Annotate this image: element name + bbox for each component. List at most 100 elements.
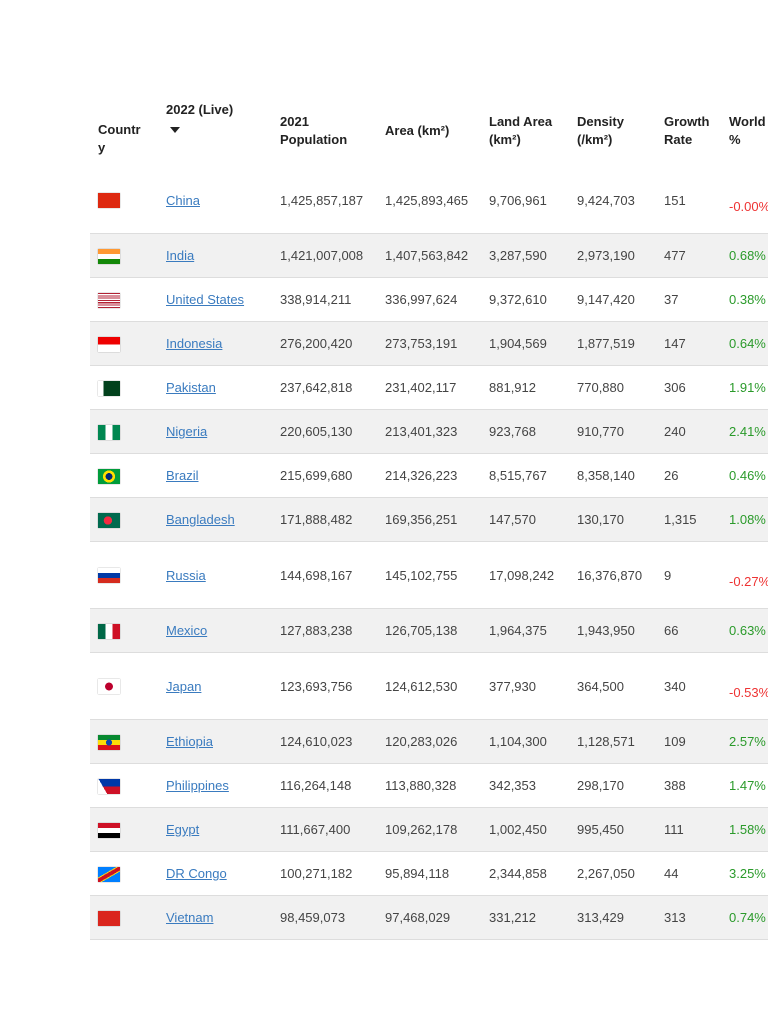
world-pct-cell: 1.47% — [723, 763, 768, 808]
flag-cell — [90, 763, 158, 808]
value-cell-c6: 26 — [656, 453, 723, 498]
value-cell-c6: 306 — [656, 365, 723, 410]
flag-cell — [90, 409, 158, 454]
country-link[interactable]: United States — [166, 292, 244, 307]
value-cell-c3: 336,997,624 — [377, 277, 481, 322]
country-link[interactable]: Philippines — [166, 778, 229, 793]
value-cell-c4: 331,212 — [481, 895, 569, 940]
country-link[interactable]: Nigeria — [166, 424, 207, 439]
value-cell-c6: 340 — [656, 652, 723, 720]
value-cell-c4: 9,706,961 — [481, 167, 569, 234]
country-link[interactable]: Bangladesh — [166, 512, 235, 527]
country-cell: United States — [158, 277, 272, 322]
value-cell-c5: 364,500 — [569, 652, 656, 720]
value-cell-c5: 995,450 — [569, 807, 656, 852]
value-cell-c2: 171,888,482 — [272, 497, 377, 542]
value-cell-c6: 9 — [656, 541, 723, 609]
country-cell: Vietnam — [158, 895, 272, 940]
country-link[interactable]: China — [166, 193, 200, 208]
value-cell-c5: 313,429 — [569, 895, 656, 940]
country-cell: Mexico — [158, 608, 272, 653]
value-cell-c2: 338,914,211 — [272, 277, 377, 322]
header-2021-population[interactable]: 2021 Population — [272, 95, 377, 167]
table-row: DR Congo 100,271,182 95,894,118 2,344,858 2,… — [90, 851, 768, 896]
table-row: China 1,425,857,187 1,425,893,465 9,706,961… — [90, 167, 768, 234]
table-row: Brazil 215,699,680 214,326,223 8,515,767 8,3… — [90, 453, 768, 498]
value-cell-c5: 2,973,190 — [569, 233, 656, 278]
value-cell-c3: 95,894,118 — [377, 851, 481, 896]
header-land-area[interactable]: Land Area (km²) — [481, 95, 569, 167]
country-cell: Philippines — [158, 763, 272, 808]
flag-cell — [90, 277, 158, 322]
world-pct-cell: 1.91% — [723, 365, 768, 410]
country-cell: Brazil — [158, 453, 272, 498]
value-cell-c3: 109,262,178 — [377, 807, 481, 852]
country-link[interactable]: Egypt — [166, 822, 199, 837]
world-pct-cell: 2.41% — [723, 409, 768, 454]
value-cell-c2: 276,200,420 — [272, 321, 377, 366]
country-link[interactable]: Ethiopia — [166, 734, 213, 749]
table-row: Pakistan 237,642,818 231,402,117 881,912 770… — [90, 365, 768, 410]
value-cell-c6: 66 — [656, 608, 723, 653]
header-area[interactable]: Area (km²) — [377, 95, 481, 167]
flag-cell — [90, 851, 158, 896]
sort-desc-icon[interactable] — [170, 127, 180, 133]
value-cell-c2: 124,610,023 — [272, 719, 377, 764]
flag-jp-icon — [98, 679, 120, 695]
flag-cell — [90, 365, 158, 410]
header-country[interactable]: Countr y — [90, 95, 158, 167]
flag-cell — [90, 497, 158, 542]
value-cell-c2: 237,642,818 — [272, 365, 377, 410]
header-world-pct[interactable]: World % — [723, 95, 768, 167]
country-link[interactable]: DR Congo — [166, 866, 227, 881]
country-cell: Egypt — [158, 807, 272, 852]
country-link[interactable]: Brazil — [166, 468, 199, 483]
value-cell-c5: 910,770 — [569, 409, 656, 454]
world-pct-cell: 0.63% — [723, 608, 768, 653]
country-link[interactable]: India — [166, 248, 194, 263]
value-cell-c4: 17,098,242 — [481, 541, 569, 609]
flag-eg-icon — [98, 822, 120, 838]
value-cell-c5: 8,358,140 — [569, 453, 656, 498]
value-cell-c2: 100,271,182 — [272, 851, 377, 896]
world-pct-cell: -0.53% — [723, 652, 768, 720]
value-cell-c2: 1,425,857,187 — [272, 167, 377, 234]
country-link[interactable]: Mexico — [166, 623, 207, 638]
value-cell-c5: 1,943,950 — [569, 608, 656, 653]
value-cell-c6: 1,315 — [656, 497, 723, 542]
value-cell-c4: 147,570 — [481, 497, 569, 542]
value-cell-c6: 388 — [656, 763, 723, 808]
value-cell-c4: 923,768 — [481, 409, 569, 454]
country-link[interactable]: Russia — [166, 568, 206, 583]
value-cell-c4: 2,344,858 — [481, 851, 569, 896]
table-row: Russia 144,698,167 145,102,755 17,098,242 16… — [90, 541, 768, 609]
country-link[interactable]: Indonesia — [166, 336, 222, 351]
header-live[interactable]: 2022 (Live) — [158, 95, 272, 167]
value-cell-c6: 240 — [656, 409, 723, 454]
world-pct-cell: -0.27% — [723, 541, 768, 609]
flag-us-icon — [98, 292, 120, 308]
world-pct-cell: 0.74% — [723, 895, 768, 940]
flag-et-icon — [98, 734, 120, 750]
world-pct-cell: 1.08% — [723, 497, 768, 542]
table-row: United States 338,914,211 336,997,624 9,372… — [90, 277, 768, 322]
value-cell-c4: 1,002,450 — [481, 807, 569, 852]
header-growth-rate[interactable]: Growth Rate — [656, 95, 723, 167]
country-cell: India — [158, 233, 272, 278]
value-cell-c6: 111 — [656, 807, 723, 852]
value-cell-c2: 215,699,680 — [272, 453, 377, 498]
table-row: Egypt 111,667,400 109,262,178 1,002,450 995,… — [90, 807, 768, 852]
value-cell-c3: 1,425,893,465 — [377, 167, 481, 234]
country-link[interactable]: Japan — [166, 679, 201, 694]
country-link[interactable]: Pakistan — [166, 380, 216, 395]
country-cell: Ethiopia — [158, 719, 272, 764]
country-link[interactable]: Vietnam — [166, 910, 213, 925]
value-cell-c3: 169,356,251 — [377, 497, 481, 542]
table-row: Nigeria 220,605,130 213,401,323 923,768 910,… — [90, 409, 768, 454]
value-cell-c5: 1,128,571 — [569, 719, 656, 764]
country-cell: Japan — [158, 652, 272, 720]
value-cell-c5: 1,877,519 — [569, 321, 656, 366]
flag-ng-icon — [98, 424, 120, 440]
header-density[interactable]: Density (/km²) — [569, 95, 656, 167]
value-cell-c2: 111,667,400 — [272, 807, 377, 852]
